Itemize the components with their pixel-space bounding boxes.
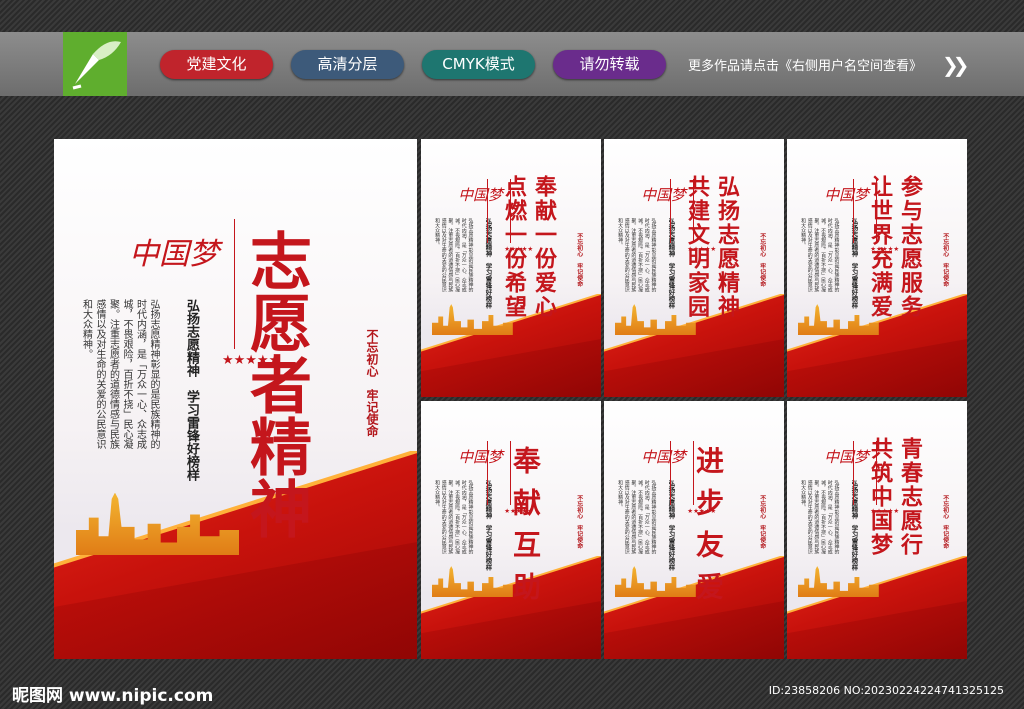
image-id: ID:23858206 NO:20230224224741325125 [768, 684, 1004, 697]
body-text: 弘扬志愿精神彰显的是民族精神的时代内涵，是「万众一心、众志成城，不畏艰险，百折不… [617, 480, 657, 555]
subtitle: 弘扬志愿精神 学习雷锋好榜样 [484, 218, 493, 309]
main-title: 志愿者精神 [239, 229, 312, 539]
tag-cmyk[interactable]: CMYK模式 [422, 50, 535, 79]
red-line [852, 440, 854, 506]
tag-party-culture[interactable]: 党建文化 [160, 50, 273, 79]
double-arrow-icon[interactable]: ❯❯ [942, 53, 969, 77]
poster-title-line: 弘扬志愿精神 [714, 175, 740, 319]
poster-title-line: 青春志愿行 [897, 437, 923, 557]
poster-card[interactable]: 中国梦弘扬志愿精神 学习雷锋好榜样 弘扬志愿精神彰显的是民族精神的时代内涵，是「万… [604, 401, 784, 659]
red-line [486, 178, 488, 244]
poster-title-line: 进步友爱 [692, 446, 725, 614]
subtitle: 弘扬志愿精神 学习雷锋好榜样 [484, 480, 493, 571]
body-text: 弘扬志愿精神彰显的是民族精神的时代内涵，是「万众一心、众志成城，不畏艰险，百折不… [434, 480, 474, 555]
red-line [486, 440, 488, 506]
china-dream-emblem: 中国梦 [641, 185, 686, 204]
poster-card[interactable]: 中国梦弘扬志愿精神 学习雷锋好榜样 弘扬志愿精神彰显的是民族精神的时代内涵，是「万… [604, 139, 784, 397]
subtitle: 弘扬志愿精神 学习雷锋好榜样 [667, 218, 676, 309]
site-watermark: 昵图网 www.nipic.com [12, 686, 214, 706]
more-works-link[interactable]: 更多作品请点击《右侧用户名空间查看》 [688, 55, 922, 74]
poster-title-line: 让世界充满爱 [867, 175, 893, 319]
china-dream-emblem: 中国梦 [458, 185, 503, 204]
subtitle: 弘扬志愿精神 学习雷锋好榜样 [850, 218, 859, 309]
poster-card[interactable]: 中国梦弘扬志愿精神 学习雷锋好榜样 弘扬志愿精神彰显的是民族精神的时代内涵，是「万… [421, 401, 601, 659]
china-dream-emblem: 中国梦 [824, 447, 869, 466]
china-dream-emblem: 中国梦 [458, 447, 503, 466]
poster-title-line: 共筑中国梦 [867, 437, 893, 557]
red-line [669, 178, 671, 244]
body-text: 弘扬志愿精神彰显的是民族精神的时代内涵，是「万众一心、众志成城，不畏艰险，百折不… [617, 218, 657, 293]
body-text: 弘扬志愿精神彰显的是民族精神的时代内涵，是「万众一心、众志成城，不畏艰险，百折不… [434, 218, 474, 293]
red-line [234, 219, 235, 349]
app-logo [63, 32, 127, 96]
china-dream-emblem: 中国梦 [129, 237, 219, 272]
poster-title-line: 点燃一份希望 [501, 175, 527, 319]
china-dream-emblem: 中国梦 [824, 185, 869, 204]
seal-motto: 不忘初心 牢记使命 [575, 233, 583, 287]
poster-title-line: 奉献一份爱心 [531, 175, 557, 319]
poster-card[interactable]: 中国梦弘扬志愿精神 学习雷锋好榜样 弘扬志愿精神彰显的是民族精神的时代内涵，是「万… [787, 139, 967, 397]
seal-motto: 不忘初心 牢记使命 [758, 495, 766, 549]
subtitle: 弘扬志愿精神 学习雷锋好榜样 [850, 480, 859, 571]
tag-no-repost[interactable]: 请勿转载 [553, 50, 666, 79]
china-dream-emblem: 中国梦 [641, 447, 686, 466]
city-skyline [614, 566, 696, 598]
poster-title-line: 共建文明家园 [684, 175, 710, 319]
body-text: 弘扬志愿精神彰显的是民族精神的时代内涵，是「万众一心、众志成城，不畏艰险，百折不… [800, 218, 840, 293]
seal-motto: 不忘初心 牢记使命 [941, 495, 949, 549]
poster-card[interactable]: 中国梦弘扬志愿精神 学习雷锋好榜样 弘扬志愿精神彰显的是民族精神的时代内涵，是「万… [787, 401, 967, 659]
red-line [669, 440, 671, 506]
seal-motto: 不忘初心 牢记使命 [758, 233, 766, 287]
stars-icon: ★★★★★ [222, 353, 281, 368]
poster-title-line: 参与志愿服务 [897, 175, 923, 319]
seal-motto: 不忘初心 牢记使命 [365, 329, 379, 437]
city-skyline [797, 566, 879, 598]
body-text: 弘扬志愿精神彰显的是民族精神的时代内涵，是「万众一心、众志成城，不畏艰险，百折不… [800, 480, 840, 555]
body-text: 弘扬志愿精神彰显的是民族精神的时代内涵，是「万众一心、众志成城，不畏艰险，百折不… [80, 299, 160, 449]
poster-title-line: 奉献互助 [509, 446, 542, 614]
main-poster[interactable]: 中国梦弘扬志愿精神 学习雷锋好榜样 弘扬志愿精神彰显的是民族精神的时代内涵，是「万… [54, 139, 417, 659]
tag-hd-layers[interactable]: 高清分层 [291, 50, 404, 79]
subtitle: 弘扬志愿精神 学习雷锋好榜样 [184, 299, 199, 481]
red-line [852, 178, 854, 244]
subtitle: 弘扬志愿精神 学习雷锋好榜样 [667, 480, 676, 571]
city-skyline [431, 566, 513, 598]
seal-motto: 不忘初心 牢记使命 [575, 495, 583, 549]
seal-motto: 不忘初心 牢记使命 [941, 233, 949, 287]
poster-card[interactable]: 中国梦弘扬志愿精神 学习雷锋好榜样 弘扬志愿精神彰显的是民族精神的时代内涵，是「万… [421, 139, 601, 397]
